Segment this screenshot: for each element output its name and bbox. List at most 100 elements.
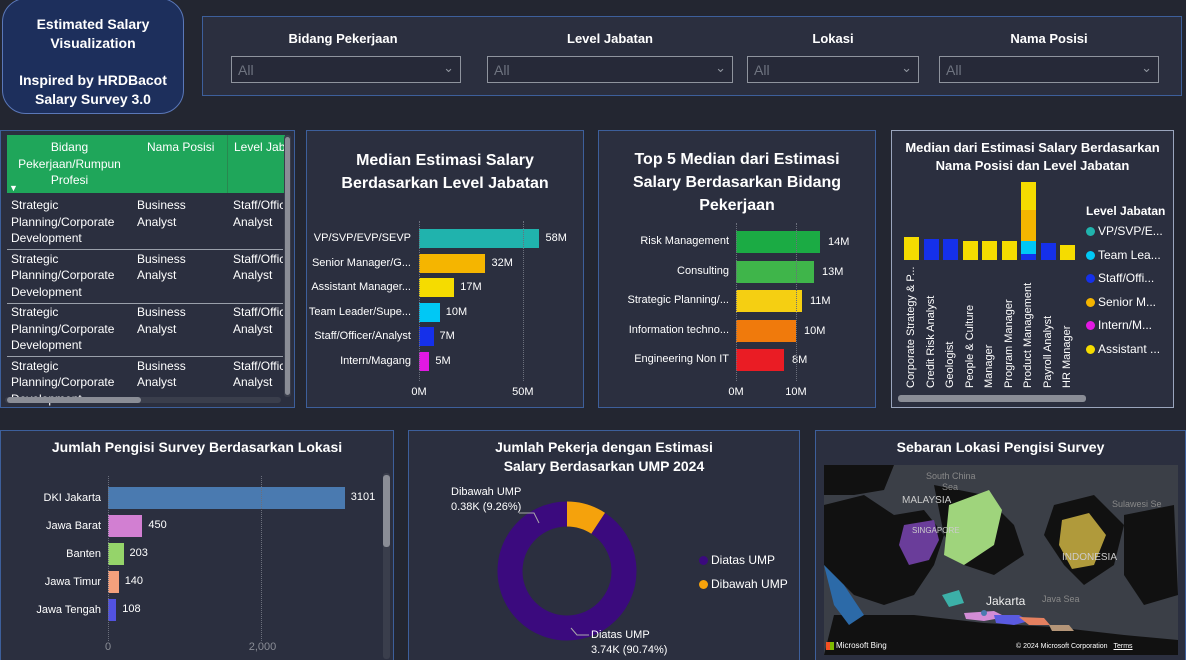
title-line-3: Inspired by HRDBacot (19, 72, 167, 88)
legend-item[interactable]: VP/SVP/E... (1086, 224, 1163, 238)
map-copyright: © 2024 Microsoft Corporation Terms (1016, 643, 1133, 650)
bar[interactable] (108, 487, 345, 509)
chart-posisi-level-panel: Median dari Estimasi Salary Berdasarkan … (891, 130, 1174, 408)
bar-value-label: 108 (122, 603, 141, 615)
cell-line: Analyst (233, 321, 273, 336)
column-divider (227, 135, 228, 193)
chart-vertical-scrollbar[interactable] (383, 473, 390, 659)
bar[interactable] (108, 571, 119, 593)
table-vertical-scrollbar[interactable] (284, 135, 291, 397)
cell-line: Strategic (11, 198, 59, 212)
donut-slice-diatas-ump[interactable] (497, 501, 637, 641)
donut-slice-dibawah-ump[interactable] (566, 501, 606, 535)
legend-dot (1086, 297, 1095, 307)
bar[interactable] (108, 599, 117, 621)
bar-value-label: 140 (124, 575, 144, 587)
chart-horizontal-scrollbar[interactable] (898, 395, 1086, 402)
bar[interactable] (736, 231, 820, 253)
stacked-bar-segment[interactable] (943, 239, 958, 260)
chart-lokasi-panel: Jumlah Pengisi Survey Berdasarkan Lokasi… (0, 430, 394, 660)
table-cell-posisi: Business Analyst (137, 304, 217, 337)
filter-level-dropdown[interactable]: All ⌄ (487, 56, 733, 83)
bar[interactable] (736, 290, 802, 312)
cell-line: Development (11, 284, 82, 299)
cell-line: Planning/Corporate (11, 268, 115, 282)
bar[interactable] (419, 351, 430, 371)
cell-line: Strategic (11, 305, 59, 319)
filter-posisi-dropdown[interactable]: All ⌄ (939, 56, 1159, 83)
cell-line: Staff/Offic (233, 251, 283, 266)
bar[interactable] (419, 302, 440, 322)
bar[interactable] (736, 319, 796, 342)
stacked-bar-segment[interactable] (1021, 182, 1036, 210)
legend-dot (1086, 250, 1095, 260)
legend-label: Diatas UMP (711, 553, 776, 567)
column-header-level[interactable]: Level Jab (234, 139, 285, 156)
legend-item-dibawah[interactable]: Dibawah UMP (699, 577, 788, 591)
stacked-bar-segment[interactable] (923, 239, 939, 260)
x-category-label: Geologist (944, 341, 956, 388)
stacked-bar-segment[interactable] (1021, 209, 1036, 242)
map-label: Jakarta (986, 594, 1026, 608)
stacked-bar-segment[interactable] (904, 236, 919, 260)
bar[interactable] (419, 229, 540, 248)
legend-item[interactable]: Intern/M... (1086, 318, 1152, 332)
cell-line: Analyst (137, 321, 177, 336)
title-line-1: Estimated Salary (36, 16, 150, 32)
scrollbar-thumb[interactable] (383, 475, 390, 547)
gridline (260, 476, 262, 641)
table-horizontal-scrollbar[interactable] (5, 397, 281, 403)
cell-line: Business (137, 358, 186, 373)
bar[interactable] (419, 253, 486, 273)
bar-category-label: DKI Jakarta (43, 492, 101, 504)
slice-label-value: 0.38K (9.26%) (451, 501, 522, 513)
table-row[interactable]: Strategic Planning/Corporate Development Bu… (7, 304, 283, 357)
bar-value-label: 10M (445, 305, 468, 318)
bar[interactable] (736, 260, 814, 283)
bar[interactable] (419, 327, 434, 346)
legend-item[interactable]: Assistant ... (1086, 342, 1160, 356)
legend-item[interactable]: Staff/Offi... (1086, 271, 1154, 285)
bar-category-label: Jawa Barat (45, 520, 101, 532)
scrollbar-thumb[interactable] (7, 397, 141, 403)
x-category-label: Product Management (1022, 282, 1034, 388)
filter-lokasi-dropdown[interactable]: All ⌄ (747, 56, 919, 83)
legend-item[interactable]: Senior M... (1086, 295, 1156, 309)
table-row[interactable]: Strategic Planning/Corporate Development Bu… (7, 251, 283, 304)
bar-category-label: Strategic Planning/... (627, 294, 729, 306)
legend-item[interactable]: Team Lea... (1086, 248, 1161, 262)
cell-line: Staff/Offic (233, 358, 283, 373)
table-cell-level: Staff/Offic Analyst (233, 358, 283, 391)
map-label: Java Sea (1042, 594, 1080, 604)
cell-line: Business (137, 305, 186, 319)
column-header-nama-posisi[interactable]: Nama Posisi (147, 139, 214, 156)
bar-value-label: 8M (792, 354, 808, 366)
bar[interactable] (108, 543, 124, 565)
filter-label-posisi: Nama Posisi (1010, 31, 1088, 46)
bar[interactable] (419, 278, 455, 297)
filter-bidang-dropdown[interactable]: All ⌄ (231, 56, 461, 83)
table-row[interactable]: Strategic Planning/Corporate Development Bu… (7, 197, 283, 250)
bar-category-label: Risk Management (640, 235, 729, 247)
chart-ump-panel: Jumlah Pekerja dengan Estimasi Salary Be… (408, 430, 800, 660)
bar-value-label: 17M (460, 281, 482, 293)
scrollbar-thumb[interactable] (898, 395, 1086, 402)
legend-dot (1086, 227, 1095, 237)
x-category-label: People & Culture (963, 304, 976, 388)
column-header-bidang-line: Pekerjaan/Rumpun (18, 156, 121, 171)
x-category-label: Corporate Strategy & P... (905, 266, 917, 388)
x-tick-label: 2,000 (248, 641, 277, 653)
sort-desc-icon[interactable]: ▼ (9, 183, 18, 193)
stacked-bar-segment[interactable] (1021, 241, 1036, 254)
scrollbar-thumb[interactable] (285, 137, 290, 395)
map-canvas[interactable]: South China Sea MALAYSIA SINGAPORE Sulaw… (824, 465, 1178, 655)
bar-value-label: 58M (545, 232, 567, 244)
legend-item-diatas[interactable]: Diatas UMP (699, 553, 775, 567)
title-line-2: Visualization (50, 35, 136, 51)
terms-link[interactable]: Terms (1114, 643, 1133, 650)
bar[interactable] (736, 349, 784, 371)
bar[interactable] (108, 515, 143, 537)
column-header-bidang[interactable]: Bidang Pekerjaan/Rumpun Profesi (7, 139, 132, 189)
x-category-label: Credit Risk Analyst (924, 295, 937, 388)
legend-dot (1086, 321, 1095, 331)
